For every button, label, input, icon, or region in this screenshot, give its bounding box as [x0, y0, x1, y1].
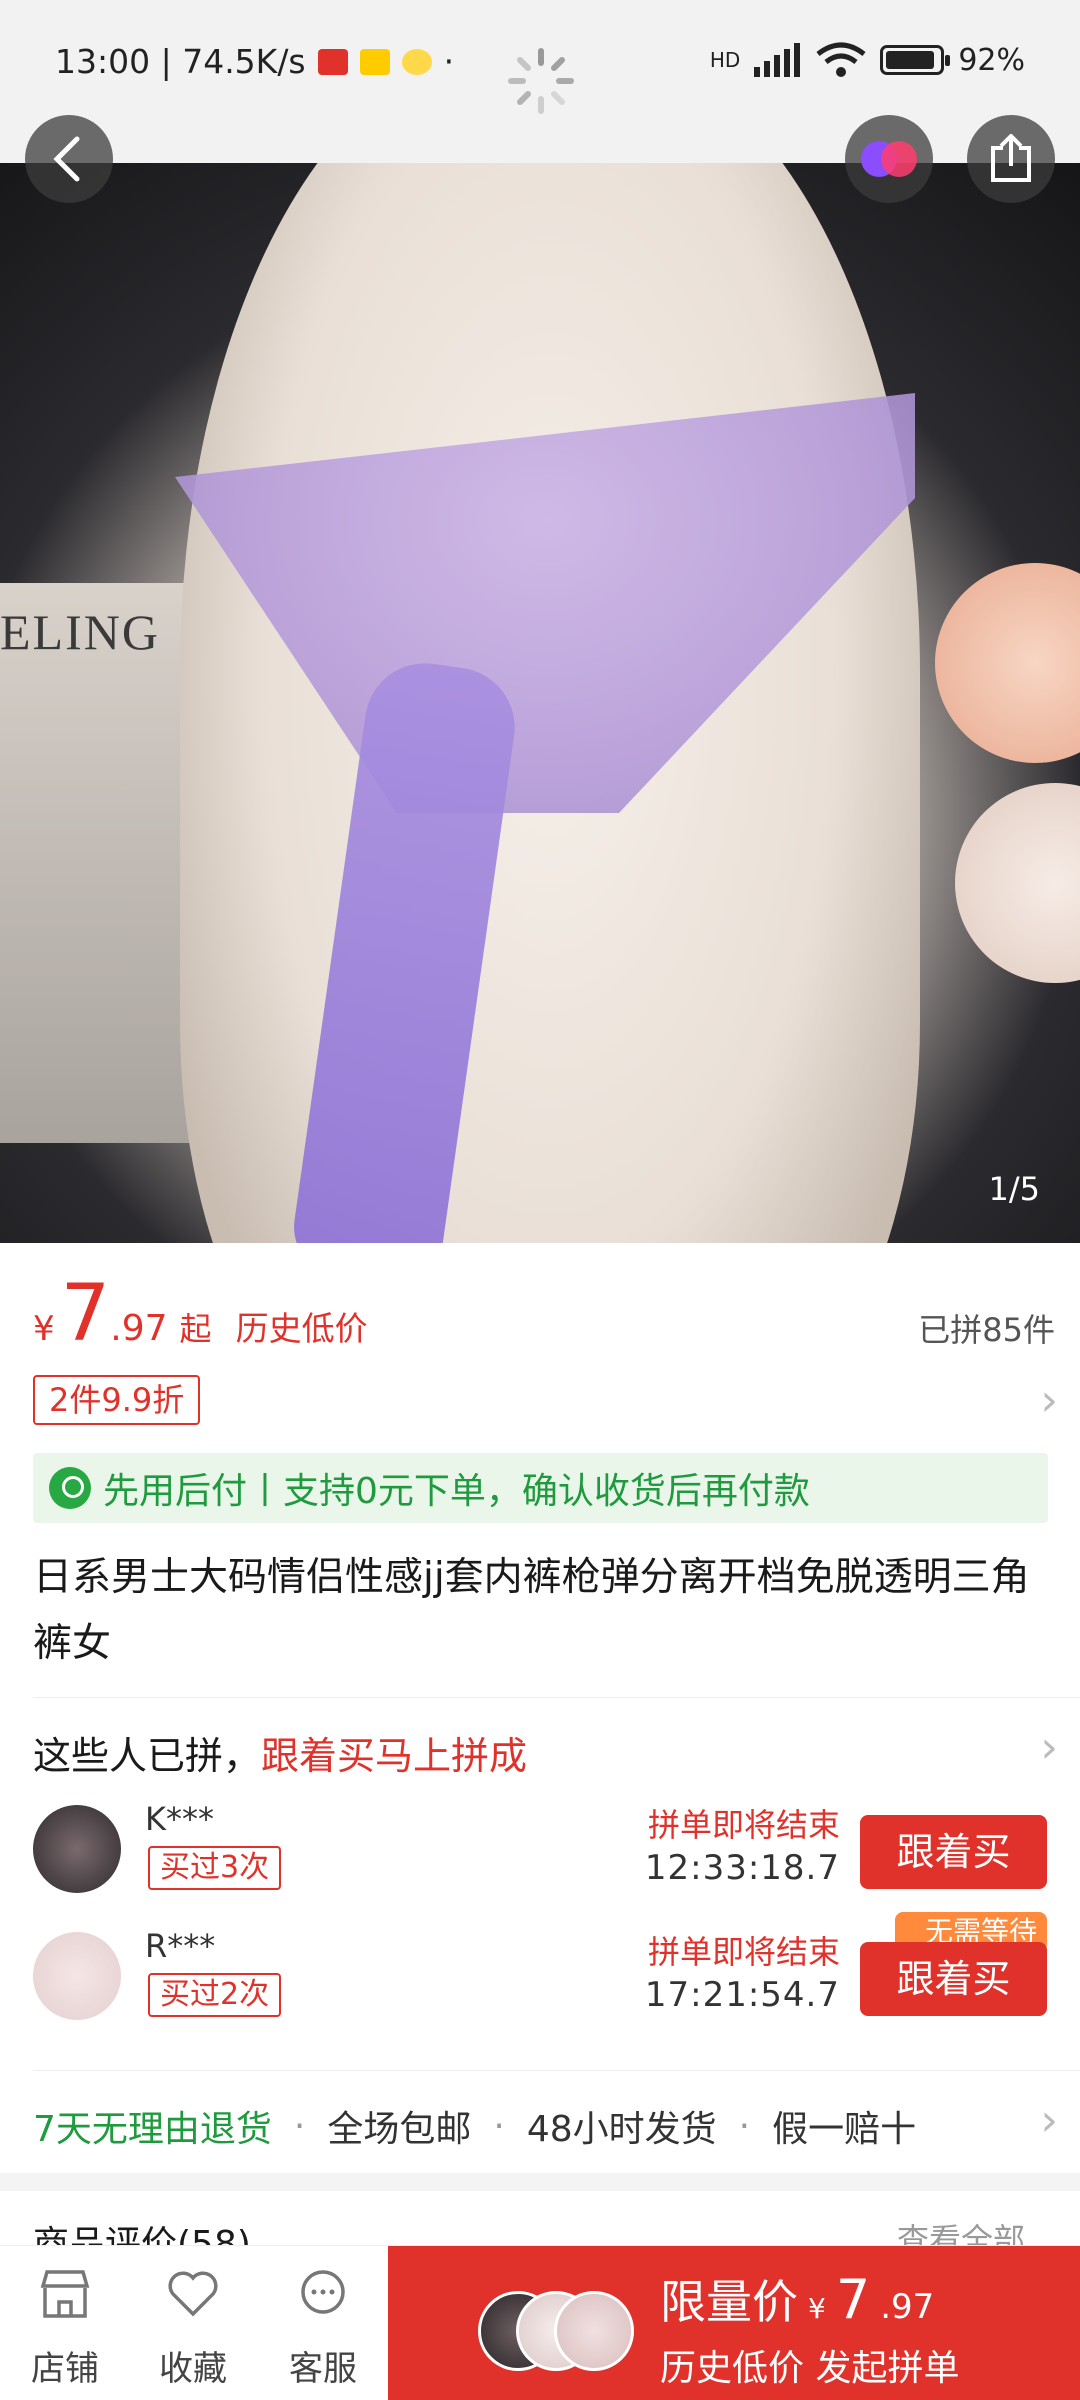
group-row: R*** 买过2次 拼单即将结束 17:21:54.7 无需等待 跟着买	[0, 1912, 1080, 2047]
divider	[33, 1697, 1080, 1698]
history-low-label: 历史低价	[660, 2348, 805, 2389]
chevron-right-icon[interactable]: ›	[1040, 2095, 1058, 2146]
currency-symbol: ¥	[33, 1309, 55, 1349]
hd-label: HD	[709, 48, 741, 72]
section-separator	[0, 2173, 1080, 2191]
customer-service-label: 客服	[289, 2349, 357, 2389]
dot-icon: ·	[443, 42, 455, 81]
group-countdown: 12:33:18.7	[644, 1848, 840, 1888]
fake-compensation: 假一赔十	[772, 2109, 917, 2150]
price-decimal: .97	[880, 2287, 935, 2327]
group-buy-heading[interactable]: 这些人已拼，跟着买马上拼成	[33, 1725, 527, 1780]
heart-icon	[168, 2271, 218, 2317]
group-ending-label: 拼单即将结束	[647, 1933, 840, 1971]
group-avatars	[478, 2291, 638, 2376]
free-shipping: 全场包邮	[327, 2109, 472, 2150]
pay-later-icon	[49, 1467, 91, 1509]
price-suffix: 起	[179, 1310, 212, 1348]
signal-icon	[754, 43, 801, 77]
assistant-orb-icon	[861, 141, 917, 177]
group-user-name: R***	[145, 1927, 216, 1965]
limited-price-label: 限量价	[660, 2275, 798, 2329]
history-low-label: 历史低价	[235, 1309, 368, 1348]
start-group-line: 历史低价 发起拼单	[660, 2339, 959, 2391]
chat-icon	[301, 2270, 345, 2314]
divider	[33, 2070, 1080, 2071]
chevron-right-icon[interactable]: ›	[1040, 1722, 1058, 1773]
wifi-icon	[816, 42, 866, 77]
decorative-rose	[935, 563, 1080, 763]
store-icon	[40, 2270, 90, 2318]
limited-price-line: 限量价 ¥7.97	[660, 2266, 934, 2332]
product-image-gallery[interactable]: ELING 1/5	[0, 163, 1080, 1243]
pay-later-banner[interactable]: 先用后付丨支持0元下单，确认收货后再付款	[33, 1453, 1048, 1523]
group-heading-text: 这些人已拼，	[33, 1734, 262, 1778]
avatar	[33, 1932, 121, 2020]
share-button[interactable]	[967, 115, 1055, 203]
pay-later-text: 先用后付丨支持0元下单，确认收货后再付款	[103, 1471, 810, 1512]
price-integer: 7	[60, 1269, 111, 1359]
loading-spinner-icon	[508, 48, 574, 114]
chevron-right-icon[interactable]: ›	[1040, 1375, 1058, 1426]
meituan-icon	[359, 48, 390, 75]
bought-times-tag: 买过2次	[148, 1973, 282, 2017]
shop-button[interactable]: 店铺	[10, 2268, 120, 2390]
share-icon	[991, 134, 1031, 182]
battery-percent: 92%	[958, 42, 1025, 78]
price-row: ¥ 7 .97 起 历史低价	[33, 1275, 368, 1353]
favorite-label: 收藏	[159, 2349, 227, 2389]
bottom-bar: 店铺 收藏 客服 限量价 ¥7.97 历史低价 发起拼单	[0, 2245, 1080, 2400]
status-left: 13:00 | 74.5K/s ·	[55, 42, 454, 81]
sold-count: 已拼85件	[918, 1311, 1055, 1349]
customer-service-button[interactable]: 客服	[268, 2268, 378, 2390]
start-group-button[interactable]: 限量价 ¥7.97 历史低价 发起拼单	[388, 2246, 1080, 2400]
currency-symbol: ¥	[808, 2292, 826, 2325]
decorative-rose	[955, 783, 1080, 983]
chevron-left-icon	[53, 136, 80, 182]
time-speed: 13:00 | 74.5K/s	[55, 42, 306, 81]
status-right: HD 92%	[710, 42, 1025, 78]
group-user-name: K***	[145, 1800, 214, 1838]
shop-label: 店铺	[31, 2349, 99, 2389]
price-decimal: .97	[110, 1308, 168, 1349]
follow-buy-button[interactable]: 跟着买	[860, 1815, 1047, 1889]
dispatch-time: 48小时发货	[526, 2109, 717, 2150]
group-ending-label: 拼单即将结束	[647, 1806, 840, 1844]
group-heading-cta: 跟着买马上拼成	[261, 1734, 528, 1778]
discount-tag[interactable]: 2件9.9折	[33, 1375, 201, 1425]
service-guarantees[interactable]: 7天无理由退货 · 全场包邮 · 48小时发货 · 假一赔十	[33, 2100, 916, 2152]
app-notification-icon	[317, 48, 348, 75]
start-group-label: 发起拼单	[815, 2348, 960, 2389]
back-button[interactable]	[25, 115, 113, 203]
favorite-button[interactable]: 收藏	[138, 2268, 248, 2390]
product-title: 日系男士大码情侣性感jj套内裤枪弹分离开档免脱透明三角裤女	[33, 1555, 1030, 1666]
background-poster	[0, 583, 190, 1143]
product-page: 13:00 | 74.5K/s · HD 92% ELING 1/5 ¥ 7 .…	[0, 0, 1080, 2400]
assistant-button[interactable]	[845, 115, 933, 203]
rabbit-icon	[401, 48, 432, 75]
avatar	[33, 1805, 121, 1893]
separator-dot: ·	[738, 2105, 751, 2147]
separator-dot: ·	[293, 2105, 306, 2147]
poster-text: ELING	[0, 604, 160, 660]
bought-times-tag: 买过3次	[148, 1846, 282, 1890]
avatar	[554, 2291, 634, 2371]
separator-dot: ·	[493, 2105, 505, 2147]
image-counter: 1/5	[988, 1170, 1041, 1208]
group-countdown: 17:21:54.7	[644, 1975, 840, 2015]
return-policy: 7天无理由退货	[33, 2109, 272, 2150]
battery-icon	[880, 45, 951, 75]
group-row: K*** 买过3次 拼单即将结束 12:33:18.7 跟着买	[0, 1800, 1080, 1920]
price-integer: 7	[835, 2268, 871, 2331]
follow-buy-button[interactable]: 跟着买	[860, 1942, 1047, 2016]
